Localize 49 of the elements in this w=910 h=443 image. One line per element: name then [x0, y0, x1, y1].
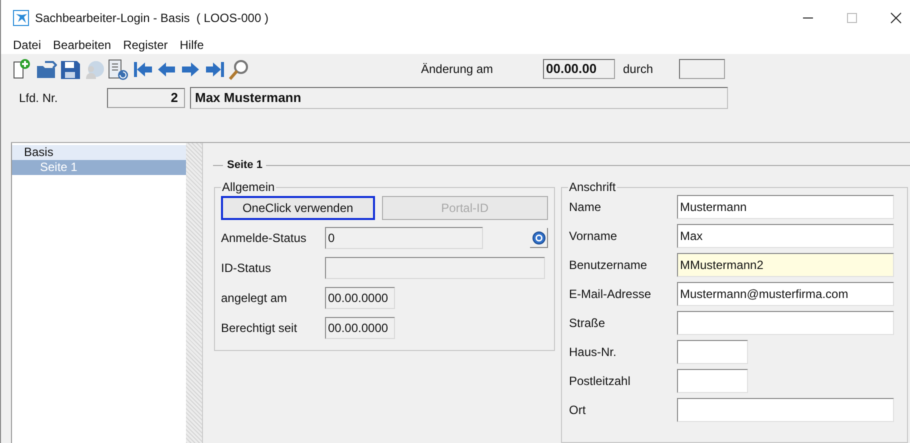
- field-label: Vorname: [569, 228, 618, 245]
- input-field[interactable]: Max: [677, 224, 894, 248]
- folder-icon[interactable]: [35, 58, 57, 80]
- readonly-field: 00.00.0000: [325, 287, 395, 309]
- action-button[interactable]: OneClick verwenden: [221, 196, 375, 220]
- field-label: Postleitzahl: [569, 373, 632, 390]
- tree-item[interactable]: Basis: [12, 145, 186, 160]
- input-field[interactable]: Mustermann@musterfirma.com: [677, 282, 894, 306]
- help-icon: [532, 230, 546, 244]
- window-title: Sachbearbeiter-Login - Basis ( LOOS-000 ): [35, 10, 268, 27]
- menu-item[interactable]: Register: [123, 36, 168, 54]
- save-icon[interactable]: [59, 58, 81, 80]
- input-field[interactable]: [677, 369, 748, 393]
- input-field[interactable]: MMustermann2: [677, 253, 894, 277]
- field-label: Name: [569, 199, 602, 216]
- field-label: Haus-Nr.: [569, 344, 618, 361]
- group-title: Allgemein: [221, 180, 276, 194]
- input-field[interactable]: [677, 340, 748, 364]
- field-label: ID-Status: [221, 260, 272, 277]
- search-icon[interactable]: [227, 58, 249, 80]
- readonly-field: 00.00.0000: [325, 317, 395, 339]
- record-number-label: Lfd. Nr.: [19, 90, 59, 107]
- changed-by-field: [679, 59, 725, 79]
- input-field[interactable]: Mustermann: [677, 195, 894, 219]
- help-button[interactable]: [530, 228, 548, 248]
- group-title: Anschrift: [568, 180, 617, 194]
- section-title: Seite 1: [226, 158, 264, 173]
- record-number-field: 2: [107, 88, 185, 108]
- new-document-icon[interactable]: [11, 58, 33, 80]
- field-label: Benutzername: [569, 257, 648, 274]
- change-date-field: 00.00.00: [543, 59, 615, 79]
- changed-by-label: durch: [623, 61, 654, 78]
- menu-item[interactable]: Datei: [13, 36, 42, 54]
- app-logo-icon: [13, 10, 29, 26]
- field-label: Anmelde-Status: [221, 230, 308, 247]
- record-name-field: Max Mustermann: [190, 87, 728, 109]
- document-refresh-icon[interactable]: [107, 58, 129, 80]
- menu-item[interactable]: Bearbeiten: [53, 36, 112, 54]
- field-label: Ort: [569, 402, 587, 419]
- menu-item[interactable]: Hilfe: [180, 36, 204, 54]
- readonly-field: 0: [325, 227, 483, 249]
- input-field[interactable]: [677, 398, 894, 422]
- field-label: angelegt am: [221, 290, 288, 307]
- close-icon[interactable]: [890, 12, 902, 24]
- field-label: Berechtigt seit: [221, 320, 298, 337]
- input-field[interactable]: [677, 311, 894, 335]
- field-label: E-Mail-Adresse: [569, 286, 652, 303]
- change-date-label: Änderung am: [421, 61, 494, 78]
- field-label: Straße: [569, 315, 606, 332]
